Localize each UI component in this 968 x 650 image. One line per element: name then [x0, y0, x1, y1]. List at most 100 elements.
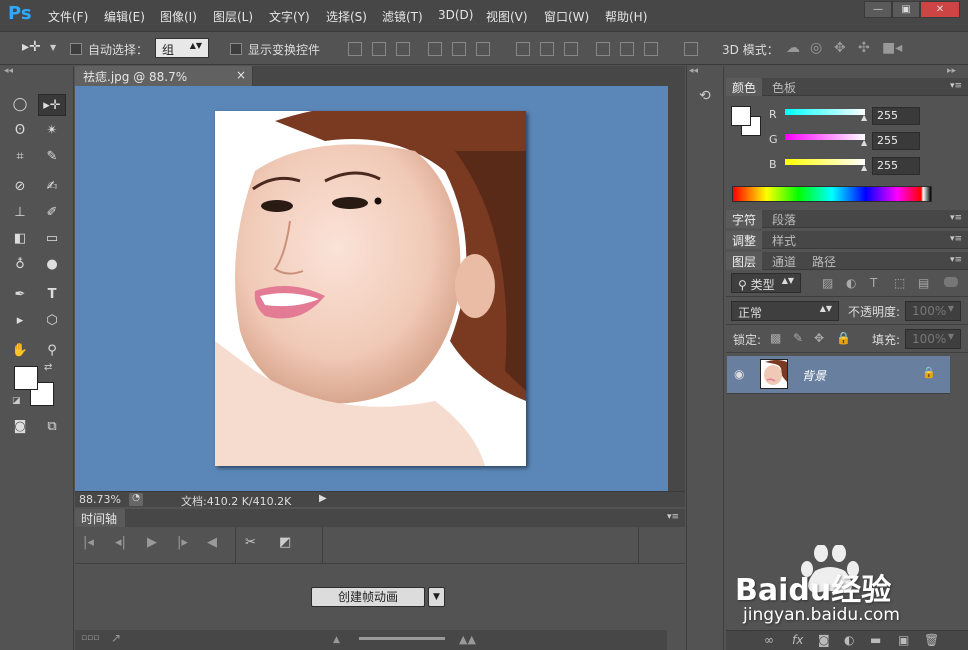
align-left-icon[interactable]: [428, 42, 442, 56]
menu-image[interactable]: 图像(I): [160, 8, 197, 25]
distribute-vcenter-icon[interactable]: [540, 42, 554, 56]
character-panel-menu-icon[interactable]: ▾≡: [950, 213, 962, 223]
lasso-tool-icon[interactable]: ʘ: [6, 120, 34, 142]
3d-pan-icon[interactable]: ✥: [834, 40, 846, 56]
tab-swatches[interactable]: 色板: [766, 78, 802, 96]
green-value-input[interactable]: 255: [872, 132, 920, 150]
align-vcenter-icon[interactable]: [372, 42, 386, 56]
new-group-icon[interactable]: ▬: [870, 633, 881, 647]
filter-pixel-icon[interactable]: ▨: [822, 276, 833, 290]
marquee-tool-icon[interactable]: ◯: [6, 94, 34, 116]
align-right-icon[interactable]: [476, 42, 490, 56]
create-frame-animation-button[interactable]: 创建帧动画: [311, 587, 425, 607]
menu-edit[interactable]: 编辑(E): [104, 8, 145, 25]
menu-layer[interactable]: 图层(L): [213, 8, 253, 25]
menu-file[interactable]: 文件(F): [48, 8, 88, 25]
filter-type-icon[interactable]: T: [870, 276, 877, 290]
menu-help[interactable]: 帮助(H): [605, 8, 647, 25]
3d-rotate-icon[interactable]: ☁: [786, 40, 800, 56]
first-frame-icon[interactable]: |◂: [83, 535, 94, 550]
align-bottom-icon[interactable]: [396, 42, 410, 56]
timeline-menu-icon[interactable]: ▾≡: [667, 512, 679, 522]
filter-shape-icon[interactable]: ⬚: [894, 276, 905, 290]
status-menu-arrow-icon[interactable]: ▶: [319, 493, 327, 504]
collapse-icon[interactable]: ◂◂: [4, 66, 13, 76]
layer-name[interactable]: 背景: [802, 367, 826, 384]
opacity-input[interactable]: 100% ▼: [905, 301, 961, 321]
layer-kind-filter[interactable]: ⚲ 类型 ▲▼: [731, 273, 801, 293]
add-mask-icon[interactable]: ◙: [818, 633, 830, 647]
shape-tool-icon[interactable]: ⬡: [38, 310, 66, 332]
color-panel-menu-icon[interactable]: ▾≡: [950, 81, 962, 91]
pen-tool-icon[interactable]: ✒: [6, 284, 34, 306]
move-tool-preset-icon[interactable]: ▸✛: [22, 39, 41, 55]
auto-select-checkbox[interactable]: [70, 43, 82, 55]
distribute-bottom-icon[interactable]: [564, 42, 578, 56]
timeline-tab[interactable]: 时间轴: [75, 509, 125, 527]
play-icon[interactable]: ▶: [147, 535, 157, 550]
zoom-tool-icon[interactable]: ⚲: [38, 340, 66, 362]
zoom-out-mountain-icon[interactable]: ▲: [333, 635, 340, 645]
align-hcenter-icon[interactable]: [452, 42, 466, 56]
menu-type[interactable]: 文字(Y): [269, 8, 310, 25]
link-layers-icon[interactable]: ∞: [764, 633, 774, 647]
split-scissors-icon[interactable]: ✂: [245, 535, 256, 550]
menu-3d[interactable]: 3D(D): [438, 8, 473, 22]
green-slider[interactable]: [785, 134, 865, 140]
eraser-tool-icon[interactable]: ◧: [6, 228, 34, 250]
3d-scale-icon[interactable]: ■◂: [882, 40, 902, 56]
3d-slide-icon[interactable]: ✣: [858, 40, 870, 56]
lock-transparent-icon[interactable]: ▩: [770, 331, 781, 345]
crop-tool-icon[interactable]: ⌗: [6, 146, 34, 168]
swap-colors-icon[interactable]: ⇄: [44, 362, 52, 373]
zoom-in-mountain-icon[interactable]: ▲▲: [459, 633, 476, 646]
move-tool-icon[interactable]: ▸✛: [38, 94, 66, 116]
frames-icon[interactable]: ▫▫▫: [81, 633, 99, 643]
layers-panel-menu-icon[interactable]: ▾≡: [950, 255, 962, 265]
distribute-left-icon[interactable]: [596, 42, 610, 56]
zoom-level[interactable]: 88.73%: [79, 493, 121, 506]
audio-icon[interactable]: ◀: [207, 535, 217, 550]
new-layer-icon[interactable]: ▣: [898, 633, 909, 647]
blue-slider[interactable]: [785, 159, 865, 165]
menu-window[interactable]: 窗口(W): [544, 8, 589, 25]
tab-color[interactable]: 颜色: [726, 78, 763, 96]
close-icon[interactable]: ✕: [920, 1, 960, 18]
gradient-tool-icon[interactable]: ▭: [38, 228, 66, 250]
tab-layers[interactable]: 图层: [726, 252, 763, 270]
screen-mode-icon[interactable]: ⧉: [38, 416, 66, 438]
filter-toggle[interactable]: [944, 277, 958, 287]
distribute-right-icon[interactable]: [644, 42, 658, 56]
color-foreground-swatch[interactable]: [731, 106, 751, 126]
show-transform-checkbox[interactable]: [230, 43, 242, 55]
menu-filter[interactable]: 滤镜(T): [382, 8, 423, 25]
tab-adjustments[interactable]: 调整: [726, 231, 763, 249]
tab-channels[interactable]: 通道: [766, 252, 802, 270]
hand-tool-icon[interactable]: ✋: [6, 340, 34, 362]
dodge-tool-icon[interactable]: ●: [38, 254, 66, 276]
quick-mask-icon[interactable]: ◙: [6, 416, 34, 438]
history-panel-icon[interactable]: ⟲: [699, 88, 711, 104]
chevron-down-icon[interactable]: ▼: [50, 43, 56, 52]
brush-tool-icon[interactable]: ✍: [38, 176, 66, 198]
healing-brush-tool-icon[interactable]: ⊘: [6, 176, 34, 198]
prev-frame-icon[interactable]: ◂|: [115, 535, 126, 550]
minimize-icon[interactable]: —: [864, 1, 892, 18]
tab-character[interactable]: 字符: [726, 210, 763, 228]
document-tab[interactable]: 祛痣.jpg @ 88.7%(RGB/8#) ×: [75, 66, 253, 99]
filter-smart-icon[interactable]: ▤: [918, 276, 929, 290]
red-slider-thumb[interactable]: ▲: [861, 113, 867, 122]
menu-view[interactable]: 视图(V): [486, 8, 528, 25]
clone-stamp-tool-icon[interactable]: ⊥: [6, 202, 34, 224]
layer-visibility-eye-icon[interactable]: ◉: [734, 367, 744, 381]
blur-tool-icon[interactable]: ♁: [6, 254, 34, 276]
tab-close-icon[interactable]: ×: [236, 68, 246, 82]
menu-select[interactable]: 选择(S): [326, 8, 367, 25]
layer-style-fx-icon[interactable]: fx: [792, 633, 803, 647]
tab-paths[interactable]: 路径: [806, 252, 842, 270]
tab-styles[interactable]: 样式: [766, 231, 802, 249]
magic-wand-tool-icon[interactable]: ✴: [38, 120, 66, 142]
distribute-top-icon[interactable]: [516, 42, 530, 56]
delete-layer-icon[interactable]: 🗑: [924, 633, 939, 647]
status-info-icon[interactable]: ◔: [129, 493, 143, 506]
